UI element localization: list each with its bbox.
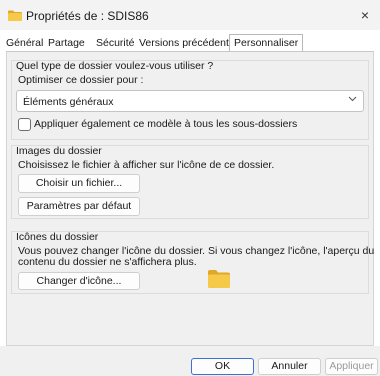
folder-images-description: Choisissez le fichier à afficher sur l'i… xyxy=(18,159,275,171)
change-icon-label: Changer d'icône... xyxy=(36,275,122,287)
apply-subfolders-label: Appliquer également ce modèle à tous les… xyxy=(34,118,298,130)
restore-default-button[interactable]: Paramètres par défaut xyxy=(18,197,140,216)
restore-default-label: Paramètres par défaut xyxy=(26,200,132,212)
close-icon: × xyxy=(360,7,370,23)
folder-icons-group: Icônes du dossier Vous pouvez changer l'… xyxy=(11,231,374,294)
apply-label: Appliquer xyxy=(329,360,374,372)
folder-type-title: Quel type de dossier voulez-vous utilise… xyxy=(16,60,214,72)
folder-type-group: Quel type de dossier voulez-vous utilise… xyxy=(11,60,369,140)
folder-icon xyxy=(8,10,22,21)
optimize-label: Optimiser ce dossier pour : xyxy=(18,74,144,86)
folder-type-selected: Éléments généraux xyxy=(23,96,114,108)
folder-type-select[interactable]: Éléments généraux xyxy=(16,90,364,112)
cancel-button[interactable]: Annuler xyxy=(258,358,321,375)
folder-images-title: Images du dossier xyxy=(16,145,102,157)
tab-security[interactable]: Sécurité xyxy=(96,37,135,49)
choose-file-button[interactable]: Choisir un fichier... xyxy=(18,174,140,193)
ok-label: OK xyxy=(214,360,231,372)
close-button[interactable]: × xyxy=(350,0,380,30)
folder-images-group: Images du dossier Choisissez le fichier … xyxy=(11,145,369,219)
customize-panel: Quel type de dossier voulez-vous utilise… xyxy=(6,52,374,346)
change-icon-button[interactable]: Changer d'icône... xyxy=(18,272,140,290)
tab-customize[interactable]: Personnaliser xyxy=(229,34,304,51)
dialog-footer: OK Annuler Appliquer xyxy=(0,346,380,376)
ok-button[interactable]: OK xyxy=(191,358,254,375)
folder-preview-icon xyxy=(208,270,230,288)
tab-sharing[interactable]: Partage xyxy=(48,37,85,49)
tab-strip: Général Partage Sécurité Versions précéd… xyxy=(0,34,380,52)
window-title: Propriétés de : SDIS86 xyxy=(26,9,149,23)
folder-icons-description-2: contenu du dossier ne s'affichera plus. xyxy=(18,256,197,268)
chevron-down-icon xyxy=(348,94,357,106)
apply-button[interactable]: Appliquer xyxy=(325,358,378,375)
choose-file-label: Choisir un fichier... xyxy=(35,177,123,189)
cancel-label: Annuler xyxy=(271,360,308,372)
title-bar: Propriétés de : SDIS86 × xyxy=(0,0,380,30)
tab-general[interactable]: Général xyxy=(6,37,43,49)
folder-icons-title: Icônes du dossier xyxy=(16,231,99,243)
tab-previous-versions[interactable]: Versions précédentes xyxy=(139,37,240,49)
apply-subfolders-checkbox[interactable] xyxy=(18,118,31,131)
